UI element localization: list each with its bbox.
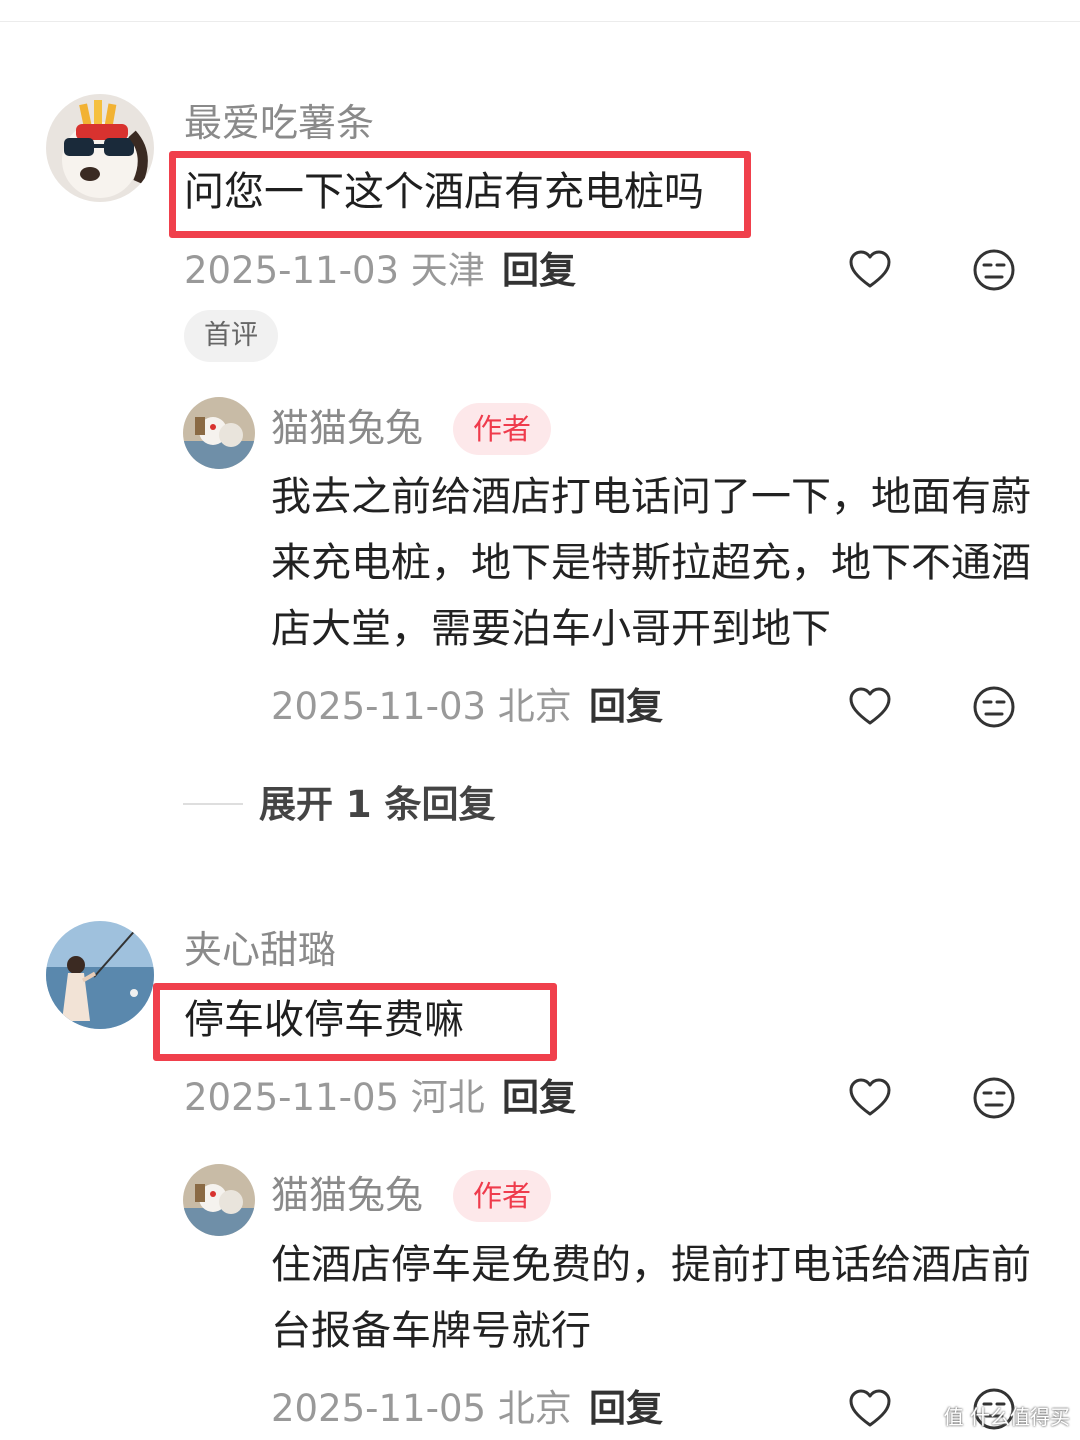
unamused-face-icon[interactable] xyxy=(972,248,1016,292)
reply-date-location: 2025-11-03 北京 xyxy=(271,685,572,728)
author-badge: 作者 xyxy=(453,1170,552,1222)
unamused-face-icon[interactable] xyxy=(972,1076,1016,1120)
heart-outline-icon[interactable] xyxy=(848,248,892,292)
reply-username[interactable]: 猫猫兔兔 xyxy=(271,1176,423,1214)
avatar[interactable] xyxy=(183,397,255,469)
heart-outline-icon[interactable] xyxy=(848,685,892,729)
watermark: 值 什么值得买 xyxy=(943,1405,1070,1429)
comment-date-location: 2025-11-05 河北 xyxy=(184,1076,485,1119)
comment-username[interactable]: 夹心甜璐 xyxy=(184,931,336,969)
reply-button[interactable]: 回复 xyxy=(589,688,663,725)
reply-button[interactable]: 回复 xyxy=(502,1079,576,1116)
comment-username[interactable]: 最爱吃薯条 xyxy=(184,104,374,142)
reply-button[interactable]: 回复 xyxy=(502,252,576,289)
reply-username[interactable]: 猫猫兔兔 xyxy=(271,409,423,447)
avatar[interactable] xyxy=(46,94,154,202)
avatar[interactable] xyxy=(46,921,154,1029)
unamused-face-icon[interactable] xyxy=(972,685,1016,729)
comment-date-location: 2025-11-03 天津 xyxy=(184,249,485,292)
avatar[interactable] xyxy=(183,1164,255,1236)
expand-divider xyxy=(183,803,243,805)
reply-text: 我去之前给酒店打电话问了一下，地面有蔚来充电桩，地下是特斯拉超充，地下不通酒店大… xyxy=(271,474,1031,652)
comment-text: 问您一下这个酒店有充电桩吗 xyxy=(184,169,704,215)
top-divider xyxy=(0,0,1080,22)
reply-date-location: 2025-11-05 北京 xyxy=(271,1387,572,1430)
heart-outline-icon[interactable] xyxy=(848,1387,892,1431)
reply-button[interactable]: 回复 xyxy=(589,1390,663,1427)
author-badge: 作者 xyxy=(453,403,552,455)
reply-text: 住酒店停车是免费的，提前打电话给酒店前台报备车牌号就行 xyxy=(271,1242,1031,1354)
expand-replies-button[interactable]: 展开 1 条回复 xyxy=(259,786,496,823)
first-comment-tag: 首评 xyxy=(184,310,278,362)
comment-text: 停车收停车费嘛 xyxy=(184,997,464,1043)
heart-outline-icon[interactable] xyxy=(848,1076,892,1120)
